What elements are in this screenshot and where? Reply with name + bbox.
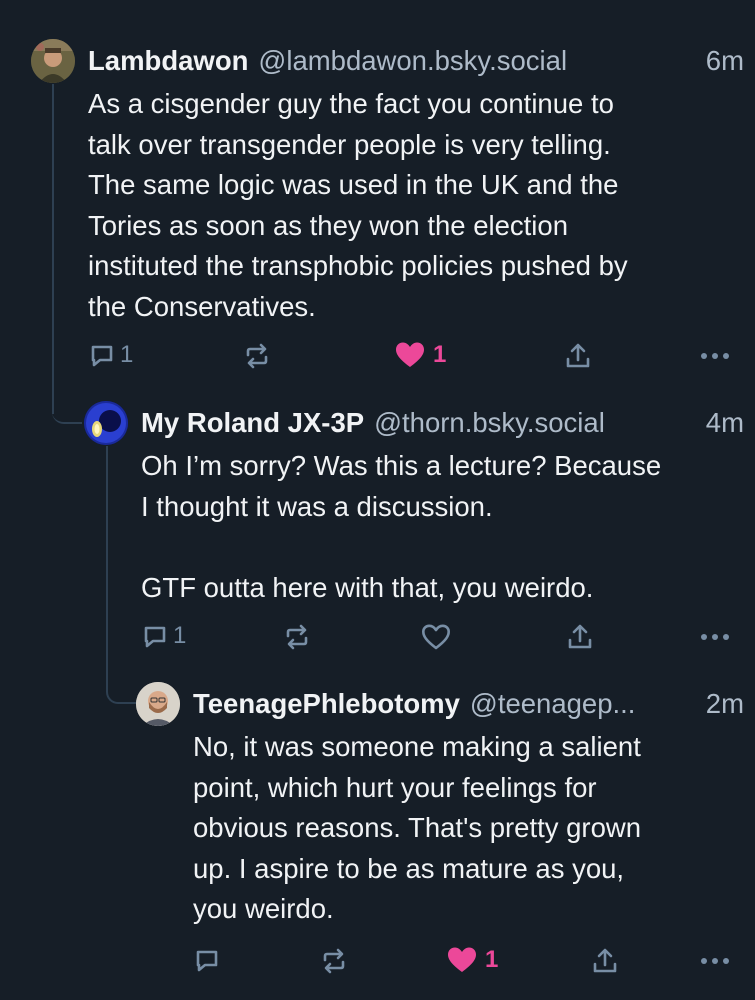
more-dots-icon	[701, 958, 729, 964]
post-text: No, it was someone making a salient poin…	[193, 731, 642, 924]
more-options-button[interactable]	[700, 352, 730, 360]
thread-connector	[106, 662, 138, 704]
thread-line	[106, 446, 108, 678]
handle[interactable]: @teenagep...	[470, 687, 636, 721]
handle[interactable]: @thorn.bsky.social	[374, 406, 605, 440]
thread-line	[52, 84, 54, 414]
more-options-button[interactable]	[700, 633, 730, 641]
share-button[interactable]	[564, 341, 592, 371]
post-header: Lambdawon @lambdawon.bsky.social 6m	[88, 44, 744, 78]
timestamp[interactable]: 4m	[706, 406, 744, 440]
display-name[interactable]: TeenagePhlebotomy	[193, 687, 460, 721]
heart-icon	[448, 947, 476, 972]
heart-icon	[396, 342, 424, 367]
like-button[interactable]: 1	[447, 946, 498, 974]
post-header: My Roland JX-3P @thorn.bsky.social 4m	[141, 406, 744, 440]
avatar[interactable]	[84, 401, 128, 445]
like-count: 1	[433, 341, 447, 368]
reply-bubble-icon	[144, 626, 166, 648]
thread-connector	[52, 400, 82, 424]
repost-button[interactable]	[282, 622, 312, 652]
repost-arrows-icon	[286, 624, 308, 650]
avatar-photo	[84, 401, 128, 445]
more-dots-icon	[701, 634, 729, 640]
reply-button[interactable]: 1	[88, 341, 133, 369]
avatar[interactable]	[31, 39, 75, 83]
display-name[interactable]: My Roland JX-3P	[141, 406, 364, 440]
handle[interactable]: @lambdawon.bsky.social	[258, 44, 567, 78]
heart-icon	[422, 624, 450, 650]
timestamp[interactable]: 6m	[706, 44, 744, 78]
post-text: Oh I’m sorry? Was this a lecture? Becaus…	[141, 450, 662, 603]
reply-button[interactable]: 1	[141, 622, 186, 650]
thread-view: Lambdawon @lambdawon.bsky.social 6m As a…	[0, 0, 755, 1000]
reply-bubble-icon	[91, 345, 113, 367]
avatar[interactable]	[136, 682, 180, 726]
like-button[interactable]	[421, 623, 455, 651]
reply-count: 1	[173, 622, 187, 649]
like-button[interactable]: 1	[395, 341, 446, 369]
repost-button[interactable]	[242, 341, 272, 371]
like-count: 1	[485, 946, 499, 973]
repost-arrows-icon	[323, 948, 345, 974]
reply-bubble-icon	[196, 950, 218, 972]
post-header: TeenagePhlebotomy @teenagep... 2m	[193, 687, 744, 721]
share-upload-icon	[593, 948, 617, 973]
reply-count: 1	[120, 341, 134, 368]
timestamp[interactable]: 2m	[706, 687, 744, 721]
repost-arrows-icon	[246, 343, 268, 369]
more-dots-icon	[701, 353, 729, 359]
share-upload-icon	[566, 343, 590, 368]
more-options-button[interactable]	[700, 957, 730, 965]
share-button[interactable]	[591, 946, 619, 976]
display-name[interactable]: Lambdawon	[88, 44, 248, 78]
reply-button[interactable]	[193, 946, 225, 974]
share-button[interactable]	[566, 622, 594, 652]
avatar-photo	[136, 682, 180, 726]
post-text: As a cisgender guy the fact you continue…	[88, 88, 628, 322]
share-upload-icon	[568, 624, 592, 649]
repost-button[interactable]	[319, 946, 349, 976]
avatar-photo	[31, 39, 75, 83]
